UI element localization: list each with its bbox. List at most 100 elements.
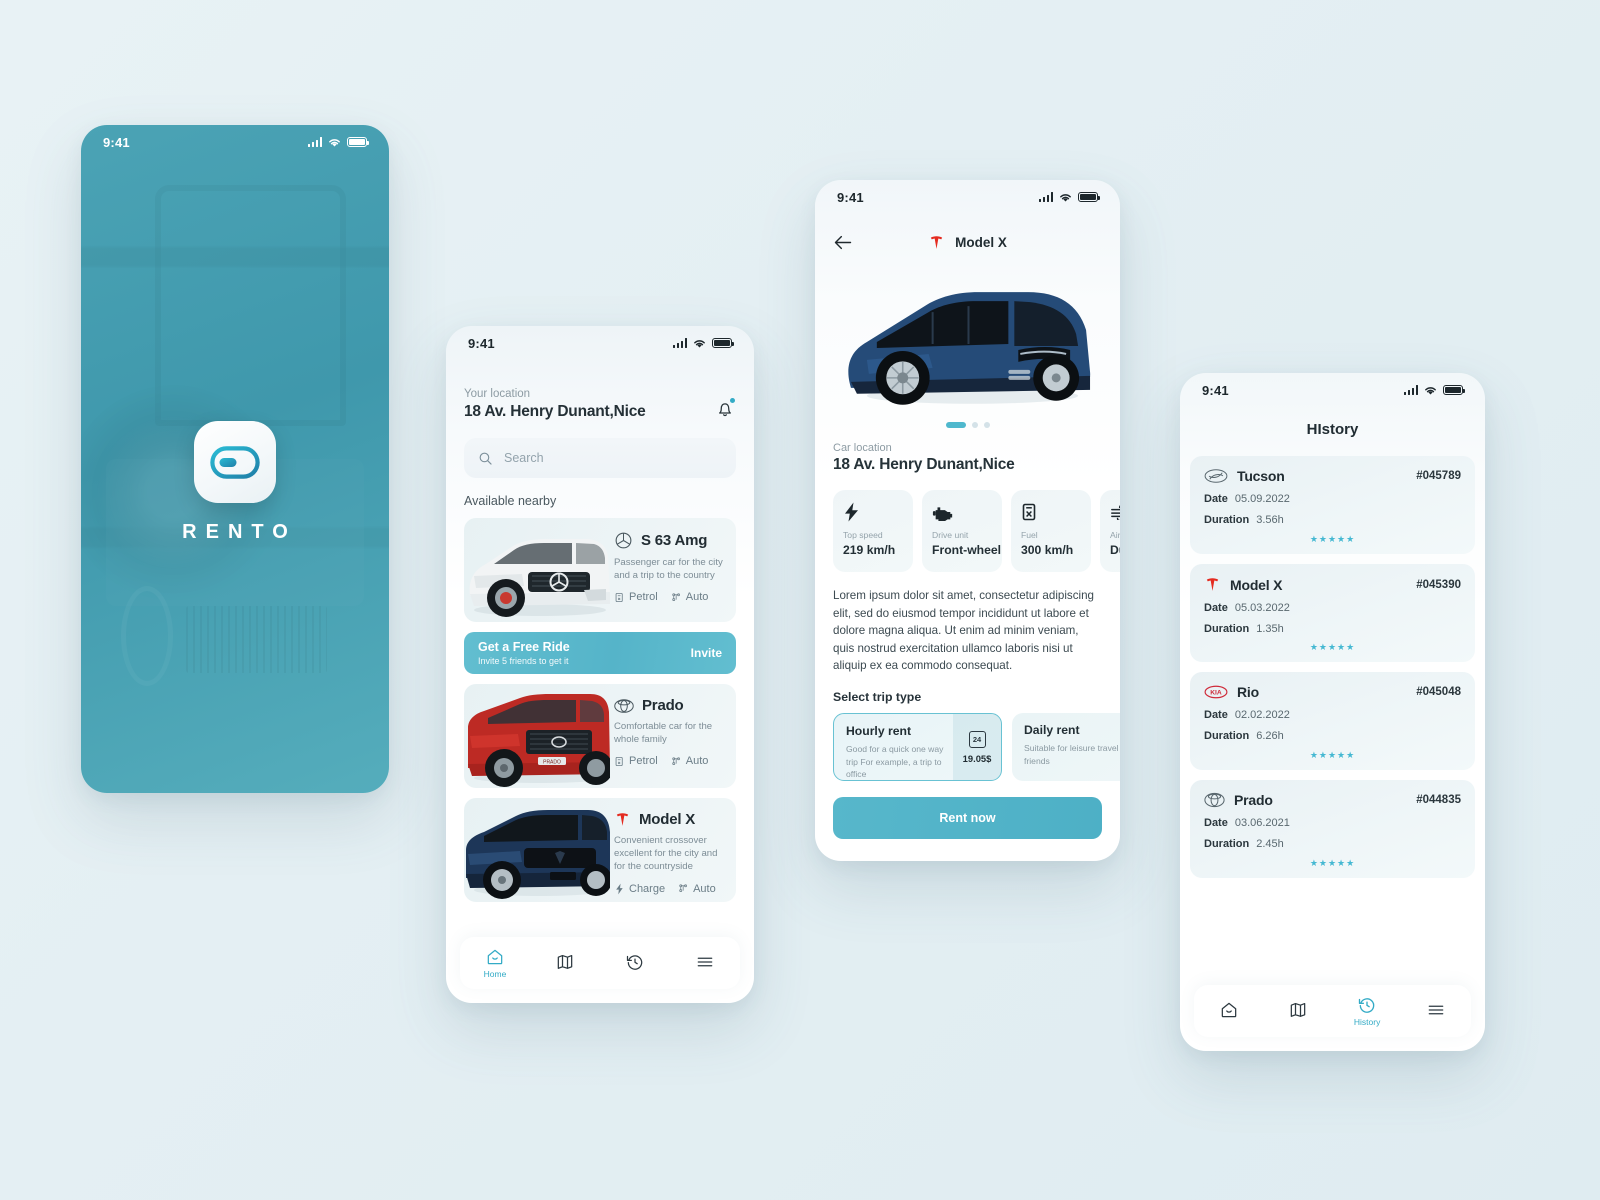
car-card[interactable]: Model X Convenient crossover excellent f… bbox=[464, 798, 736, 902]
duration-value: 3.56h bbox=[1256, 514, 1284, 526]
duration-value: 1.35h bbox=[1256, 623, 1284, 635]
tab-menu[interactable] bbox=[670, 952, 740, 974]
tab-history[interactable] bbox=[600, 952, 670, 974]
tesla-logo-icon bbox=[616, 813, 629, 826]
wifi-icon bbox=[1425, 386, 1436, 395]
map-icon bbox=[1290, 1002, 1306, 1017]
tab-home[interactable]: Home bbox=[460, 947, 530, 979]
fuel-petrol-icon bbox=[615, 592, 623, 603]
wifi-icon bbox=[694, 339, 705, 348]
trip-price: 19.05$ bbox=[962, 752, 992, 764]
fuel-can-icon bbox=[1022, 503, 1036, 521]
tab-history[interactable]: History bbox=[1333, 995, 1402, 1027]
invite-button[interactable]: Invite bbox=[691, 646, 722, 660]
trip-description: Good for a quick one way trip For exampl… bbox=[846, 744, 944, 779]
date-value: 03.06.2021 bbox=[1234, 817, 1290, 829]
car-card[interactable]: PRADO Prado Comfortable car for the whol… bbox=[464, 684, 736, 788]
menu-icon bbox=[1429, 1005, 1444, 1015]
car-tag-fuel: Petrol bbox=[614, 755, 658, 767]
tab-menu[interactable] bbox=[1402, 1000, 1471, 1022]
spec-label: Drive unit bbox=[932, 530, 969, 540]
history-row[interactable]: Tucson #045789 Date 05.09.2022 Duration 3.… bbox=[1190, 456, 1475, 554]
car-hero-photo-model-x[interactable] bbox=[833, 268, 1102, 416]
spec-label: Air bbox=[1110, 530, 1120, 540]
carousel-dots[interactable] bbox=[833, 422, 1102, 428]
brand-name: RENTO bbox=[182, 521, 297, 543]
phone-car-detail-screen: 9:41 Model X Car location 18 Av. Henry D… bbox=[815, 180, 1120, 861]
location-value[interactable]: 18 Av. Henry Dunant,Nice bbox=[464, 403, 646, 421]
menu-icon bbox=[697, 957, 713, 967]
history-car-name: Tucson bbox=[1237, 468, 1285, 484]
spec-value: Dual bbox=[1110, 543, 1120, 557]
gearbox-auto-icon bbox=[672, 593, 680, 601]
status-bar: 9:41 bbox=[815, 180, 1120, 214]
toyota-logo-icon bbox=[614, 698, 634, 713]
car-card[interactable]: S 63 Amg Passenger car for the city and … bbox=[464, 518, 736, 622]
battery-icon bbox=[347, 137, 370, 147]
spec-list: Top speed 219 km/h Drive unit Front-whee… bbox=[815, 490, 1120, 572]
cellular-signal-icon bbox=[672, 338, 687, 348]
tab-label: History bbox=[1353, 1017, 1381, 1027]
tab-label: Home bbox=[483, 969, 507, 979]
carousel-dot[interactable] bbox=[971, 422, 978, 428]
search-icon bbox=[479, 452, 492, 465]
duration-value: 2.45h bbox=[1256, 838, 1284, 850]
hyundai-logo-icon bbox=[1204, 469, 1228, 483]
history-row[interactable]: Prado #044835 Date 03.06.2021 Duration 2.4… bbox=[1190, 780, 1475, 878]
mockup-stage: 9:41 RENTO 9:41 Your location 18 Av. Hen… bbox=[0, 0, 1600, 1200]
rento-toggle-logo-icon bbox=[210, 445, 260, 479]
rating-stars[interactable]: ★★★★★ bbox=[1190, 858, 1475, 869]
car-description: Comfortable car for the whole family bbox=[614, 721, 713, 746]
duration-label: Duration bbox=[1204, 623, 1250, 635]
bottom-tab-bar: History bbox=[1194, 985, 1471, 1037]
home-icon bbox=[1221, 1002, 1236, 1018]
car-photo-model-x bbox=[464, 798, 612, 902]
history-car-name: Model X bbox=[1230, 576, 1283, 593]
tab-home[interactable] bbox=[1194, 1000, 1263, 1022]
history-row[interactable]: Model X #045390 Date 05.03.2022 Duration 1… bbox=[1190, 564, 1475, 662]
spec-card-fuel: Fuel 300 km/h bbox=[1011, 490, 1091, 572]
fuel-petrol-icon bbox=[615, 756, 623, 767]
trip-option-daily[interactable]: Daily rent Suitable for leisure travel w… bbox=[1012, 713, 1120, 782]
history-list: Tucson #045789 Date 05.09.2022 Duration 3.… bbox=[1180, 456, 1485, 878]
trip-name: Daily rent bbox=[1024, 723, 1080, 738]
tab-map[interactable] bbox=[530, 952, 600, 974]
wifi-icon bbox=[1060, 193, 1071, 202]
duration-label: Duration bbox=[1204, 730, 1250, 742]
page-title: HIstory bbox=[1306, 421, 1359, 438]
rent-now-button[interactable]: Rent now bbox=[833, 797, 1102, 840]
mercedes-logo-icon bbox=[615, 532, 632, 549]
spec-value: 300 km/h bbox=[1021, 543, 1074, 557]
trip-option-hourly[interactable]: Hourly rent Good for a quick one way tri… bbox=[833, 713, 1002, 782]
tag-label: Charge bbox=[629, 882, 666, 895]
promo-banner-free-ride[interactable]: Get a Free Ride Invite 5 friends to get … bbox=[464, 632, 736, 674]
tab-map[interactable] bbox=[1263, 1000, 1332, 1022]
car-name: Prado bbox=[642, 697, 684, 714]
gearbox-auto-icon bbox=[672, 757, 680, 765]
spec-card-air: Air Dual bbox=[1100, 490, 1120, 572]
promo-subtitle: Invite 5 friends to get it bbox=[478, 656, 569, 666]
car-location-label: Car location bbox=[833, 442, 892, 454]
trip-name: Hourly rent bbox=[846, 724, 912, 739]
carousel-dot-active[interactable] bbox=[945, 422, 966, 428]
car-tag-transmission: Auto bbox=[671, 591, 708, 603]
car-photo-mercedes bbox=[464, 518, 610, 622]
tag-label: Petrol bbox=[629, 591, 658, 604]
date-value: 02.02.2022 bbox=[1234, 709, 1290, 721]
history-row[interactable]: KIA Rio #045048 Date 02.02.2022 Duration 6… bbox=[1190, 672, 1475, 770]
phone-history-screen: 9:41 HIstory Tucson #045789 Date 05.09.2… bbox=[1180, 373, 1485, 1051]
rating-stars[interactable]: ★★★★★ bbox=[1190, 750, 1475, 761]
rating-stars[interactable]: ★★★★★ bbox=[1190, 642, 1475, 653]
tesla-logo-icon bbox=[930, 235, 943, 249]
app-logo-tile bbox=[194, 421, 276, 503]
carousel-dot[interactable] bbox=[983, 422, 990, 428]
battery-icon bbox=[1443, 385, 1466, 395]
bottom-tab-bar: Home bbox=[460, 937, 740, 989]
back-arrow-icon[interactable] bbox=[833, 234, 853, 251]
battery-icon bbox=[1078, 192, 1101, 202]
rating-stars[interactable]: ★★★★★ bbox=[1190, 534, 1475, 545]
history-order-number: #044835 bbox=[1416, 794, 1461, 806]
search-input[interactable]: Search bbox=[464, 438, 736, 478]
notification-bell-icon[interactable] bbox=[714, 397, 736, 419]
spec-label: Fuel bbox=[1021, 530, 1038, 540]
